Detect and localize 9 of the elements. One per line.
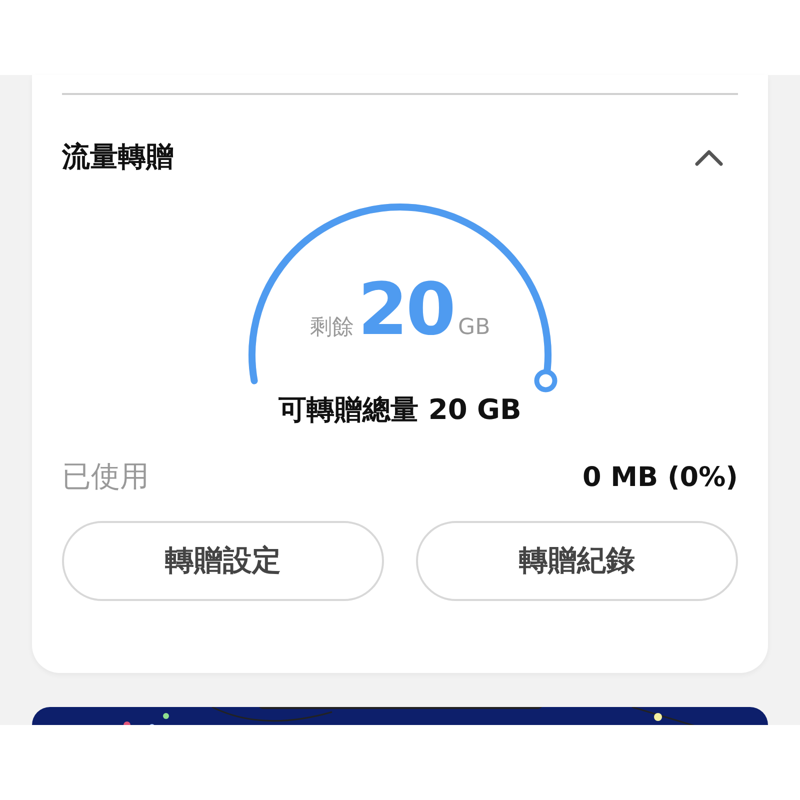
- used-label: 已使用: [62, 458, 149, 495]
- remaining-value: 20: [358, 267, 454, 351]
- settings-button[interactable]: 轉贈設定: [62, 521, 384, 601]
- remaining-unit: GB: [458, 315, 490, 340]
- used-value: 0 MB (0%): [582, 462, 738, 492]
- section-title: 流量轉贈: [62, 139, 174, 175]
- remaining-label: 剩餘: [310, 314, 354, 342]
- history-button[interactable]: 轉贈紀錄: [416, 521, 738, 601]
- total-label: 可轉贈總量 20 GB: [278, 392, 522, 428]
